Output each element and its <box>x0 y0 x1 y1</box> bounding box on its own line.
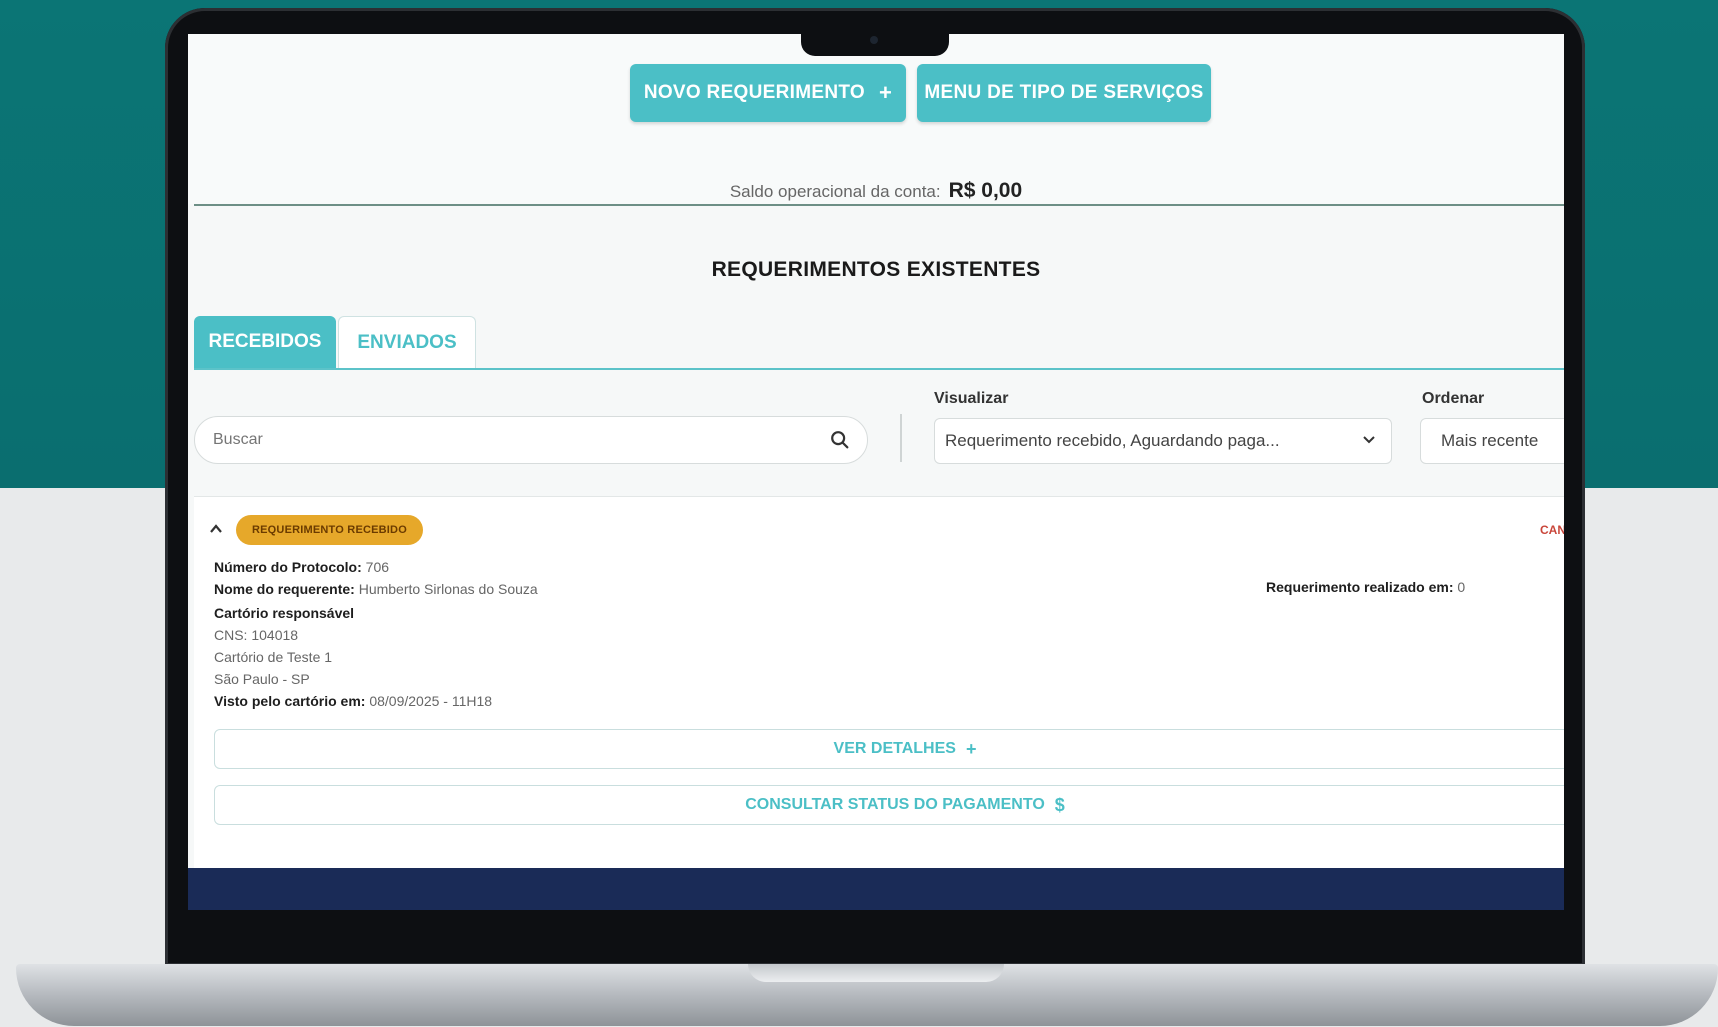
chevron-down-icon <box>1363 436 1375 444</box>
cns-line: CNS: 104018 <box>214 627 299 643</box>
protocolo-value: 706 <box>365 559 390 575</box>
ver-detalhes-label: VER DETALHES <box>833 740 956 757</box>
filter-divider <box>900 414 902 462</box>
cartorio-heading: Cartório responsável <box>214 605 354 621</box>
ver-detalhes-button[interactable]: VER DETALHES + <box>214 729 1564 769</box>
tab-enviados[interactable]: ENVIADOS <box>338 316 476 369</box>
requerente-value: Humberto Sirlonas do Souza <box>358 581 538 597</box>
realizado-label: Requerimento realizado em: <box>1266 579 1454 595</box>
realizado-value: 0 <box>1457 579 1466 595</box>
novo-requerimento-label: NOVO REQUERIMENTO <box>643 82 865 103</box>
plus-icon: + <box>965 738 977 759</box>
laptop-base-groove <box>748 964 1004 982</box>
camera-icon <box>870 36 878 44</box>
visualizar-label: Visualizar <box>934 390 1009 407</box>
dollar-icon: $ <box>1054 794 1065 815</box>
requerimento-card: REQUERIMENTO RECEBIDO CAN Número do Prot… <box>194 496 1564 910</box>
menu-tipo-servicos-button[interactable]: MENU DE TIPO DE SERVIÇOS <box>917 64 1211 122</box>
menu-tipo-servicos-label: MENU DE TIPO DE SERVIÇOS <box>924 82 1204 103</box>
consultar-status-pagamento-button[interactable]: CONSULTAR STATUS DO PAGAMENTO $ <box>214 785 1564 825</box>
consultar-label: CONSULTAR STATUS DO PAGAMENTO <box>745 796 1045 813</box>
visto-value: 08/09/2025 - 11H18 <box>369 693 493 709</box>
saldo-operacional: Saldo operacional da conta: R$ 0,00 <box>188 179 1564 203</box>
search-box <box>194 416 868 464</box>
requerente-label: Nome do requerente: <box>214 581 355 597</box>
footer-band <box>188 868 1564 910</box>
visto-line: Visto pelo cartório em: 08/09/2025 - 11H… <box>214 693 492 709</box>
ordenar-select[interactable]: Mais recente <box>1420 418 1564 464</box>
laptop-notch <box>801 30 949 56</box>
tab-recebidos[interactable]: RECEBIDOS <box>194 316 336 368</box>
visto-label: Visto pelo cartório em: <box>214 693 366 709</box>
plus-icon: + <box>879 80 893 105</box>
novo-requerimento-button[interactable]: NOVO REQUERIMENTO + <box>630 64 906 122</box>
ordenar-label: Ordenar <box>1422 390 1485 407</box>
search-icon[interactable] <box>829 429 851 451</box>
chevron-up-icon[interactable] <box>208 521 224 537</box>
realizado-line: Requerimento realizado em: 0 <box>1266 579 1465 595</box>
section-title: REQUERIMENTOS EXISTENTES <box>711 258 1041 281</box>
protocolo-label: Número do Protocolo: <box>214 559 362 575</box>
saldo-label: Saldo operacional da conta: <box>729 182 941 201</box>
protocolo-line: Número do Protocolo: 706 <box>214 559 389 575</box>
status-badge: REQUERIMENTO RECEBIDO <box>236 515 423 545</box>
cartorio-nome: Cartório de Teste 1 <box>214 649 333 665</box>
cartorio-heading-text: Cartório responsável <box>214 605 355 621</box>
top-bar: NOVO REQUERIMENTO + MENU DE TIPO DE SERV… <box>188 34 1564 204</box>
saldo-value: R$ 0,00 <box>948 179 1023 202</box>
visualizar-select[interactable]: Requerimento recebido, Aguardando paga..… <box>934 418 1392 464</box>
cancel-link[interactable]: CAN <box>1540 523 1564 537</box>
search-input[interactable] <box>211 427 795 453</box>
ordenar-value: Mais recente <box>1441 431 1539 450</box>
visualizar-value: Requerimento recebido, Aguardando paga..… <box>945 431 1280 450</box>
laptop-screen: NOVO REQUERIMENTO + MENU DE TIPO DE SERV… <box>188 34 1564 910</box>
tab-underline <box>194 368 1564 370</box>
requerimentos-section: REQUERIMENTOS EXISTENTES RECEBIDOS ENVIA… <box>188 206 1564 910</box>
cidade: São Paulo - SP <box>214 671 310 687</box>
requerente-line: Nome do requerente: Humberto Sirlonas do… <box>214 581 538 597</box>
